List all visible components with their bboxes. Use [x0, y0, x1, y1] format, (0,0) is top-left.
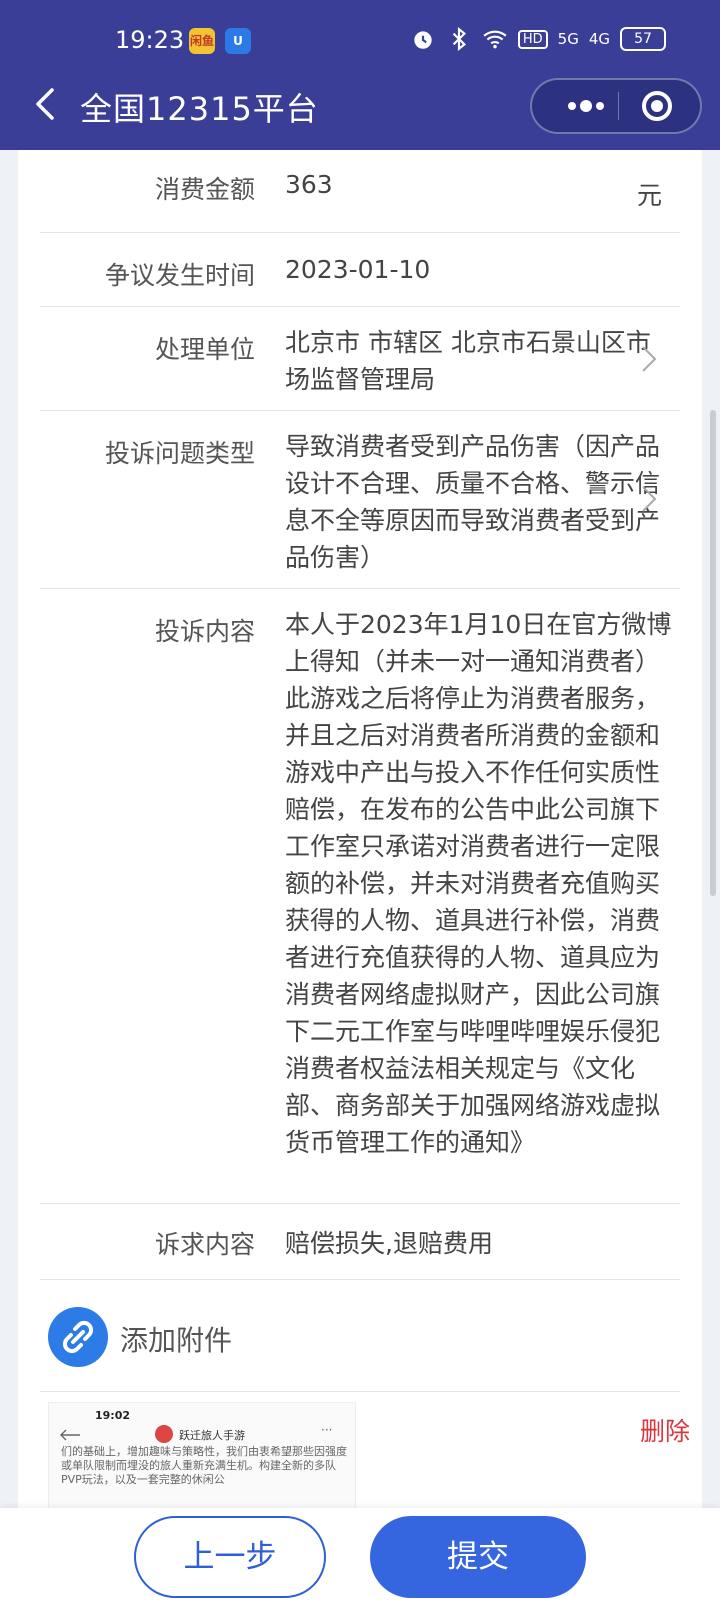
handler-row[interactable]: 处理单位 北京市 市辖区 北京市石景山区市场监督管理局 [40, 306, 680, 411]
amount-value[interactable]: 363 [285, 166, 675, 203]
more-icon[interactable] [554, 80, 618, 132]
attachment-row: 添加附件 [40, 1279, 680, 1392]
complaint-form-card: 消费金额 363 元 争议发生时间 2023-01-10 处理单位 北京市 市辖… [18, 150, 702, 1508]
thumb-time: 19:02 [95, 1409, 131, 1422]
attachment-circle [48, 1307, 108, 1367]
amount-row[interactable]: 消费金额 363 元 [40, 150, 680, 233]
status-bar: 19:23 闲鱼 U HD 5G 4G 57 [0, 0, 720, 84]
issue-type-label: 投诉问题类型 [104, 439, 255, 468]
dispute-time-row[interactable]: 争议发生时间 2023-01-10 [40, 232, 680, 307]
xianyu-app-icon: 闲鱼 [189, 28, 215, 54]
complaint-label: 投诉内容 [154, 617, 255, 646]
u-app-icon: U [225, 28, 251, 54]
handler-label: 处理单位 [154, 335, 255, 364]
chevron-right-icon[interactable] [640, 484, 658, 514]
amount-unit: 元 [636, 181, 662, 210]
issue-type-row[interactable]: 投诉问题类型 导致消费者受到产品伤害（因产品设计不合理、质量不合格、警示信息不全… [40, 410, 680, 589]
add-attachment-label: 添加附件 [120, 1324, 233, 1357]
demand-value[interactable]: 赔偿损失,退赔费用 [285, 1225, 675, 1262]
signal-5g-icon: 5G [557, 30, 579, 48]
thumb-app-name: 跃迁旅人手游 [179, 1429, 245, 1442]
demand-label: 诉求内容 [154, 1230, 255, 1259]
demand-row[interactable]: 诉求内容 赔偿损失,退赔费用 [40, 1203, 680, 1280]
dispute-time-label: 争议发生时间 [104, 261, 255, 290]
status-time: 19:23 [115, 26, 185, 54]
bluetooth-icon [452, 26, 466, 52]
attachment-thumbnail[interactable]: 19:02 跃迁旅人手游 ··· 们的基础上，增加趣味与策略性，我们由衷希望那些… [48, 1402, 356, 1508]
delete-attachment-button[interactable]: 删除 [640, 1412, 690, 1448]
complaint-textarea[interactable]: 本人于2023年1月10日在官方微博上得知（并未一对一通知消费者）此游戏之后将停… [285, 606, 675, 1161]
thumb-text: 们的基础上，增加趣味与策略性，我们由衷希望那些因强度或单队限制而埋没的旅人重新充… [61, 1445, 347, 1486]
signal-4g-icon: 4G [588, 30, 610, 48]
amount-label: 消费金额 [154, 175, 255, 204]
dispute-time-value[interactable]: 2023-01-10 [285, 251, 675, 288]
back-arrow-icon[interactable] [28, 86, 64, 122]
miniapp-capsule [530, 78, 702, 134]
thumb-app-avatar [155, 1425, 173, 1443]
capsule-divider [618, 92, 619, 120]
page-title: 全国12315平台 [80, 90, 319, 128]
submit-button[interactable]: 提交 [370, 1516, 586, 1598]
add-attachment-button[interactable]: 添加附件 [48, 1307, 348, 1371]
issue-type-value: 导致消费者受到产品伤害（因产品设计不合理、质量不合格、警示信息不全等原因而导致消… [285, 432, 661, 572]
link-icon [62, 1320, 94, 1354]
bottom-action-bar: 上一步 提交 [0, 1508, 720, 1608]
app-header: 19:23 闲鱼 U HD 5G 4G 57 全国12315平台 [0, 0, 720, 150]
thumb-back-icon [60, 1429, 80, 1441]
complaint-content-row[interactable]: 投诉内容 本人于2023年1月10日在官方微博上得知（并未一对一通知消费者）此游… [40, 588, 680, 1204]
wifi-icon [483, 30, 507, 49]
page-scrollbar[interactable] [710, 410, 716, 896]
chevron-right-icon[interactable] [640, 344, 658, 374]
handler-value: 北京市 市辖区 北京市石景山区市场监督管理局 [285, 328, 651, 394]
status-icons: HD 5G 4G 57 [410, 26, 666, 52]
previous-step-button[interactable]: 上一步 [134, 1516, 326, 1598]
hd-icon: HD [517, 29, 548, 49]
battery-icon: 57 [620, 27, 666, 51]
thumb-more-icon: ··· [321, 1423, 333, 1437]
alarm-icon [414, 31, 432, 49]
close-target-icon[interactable] [640, 89, 674, 123]
